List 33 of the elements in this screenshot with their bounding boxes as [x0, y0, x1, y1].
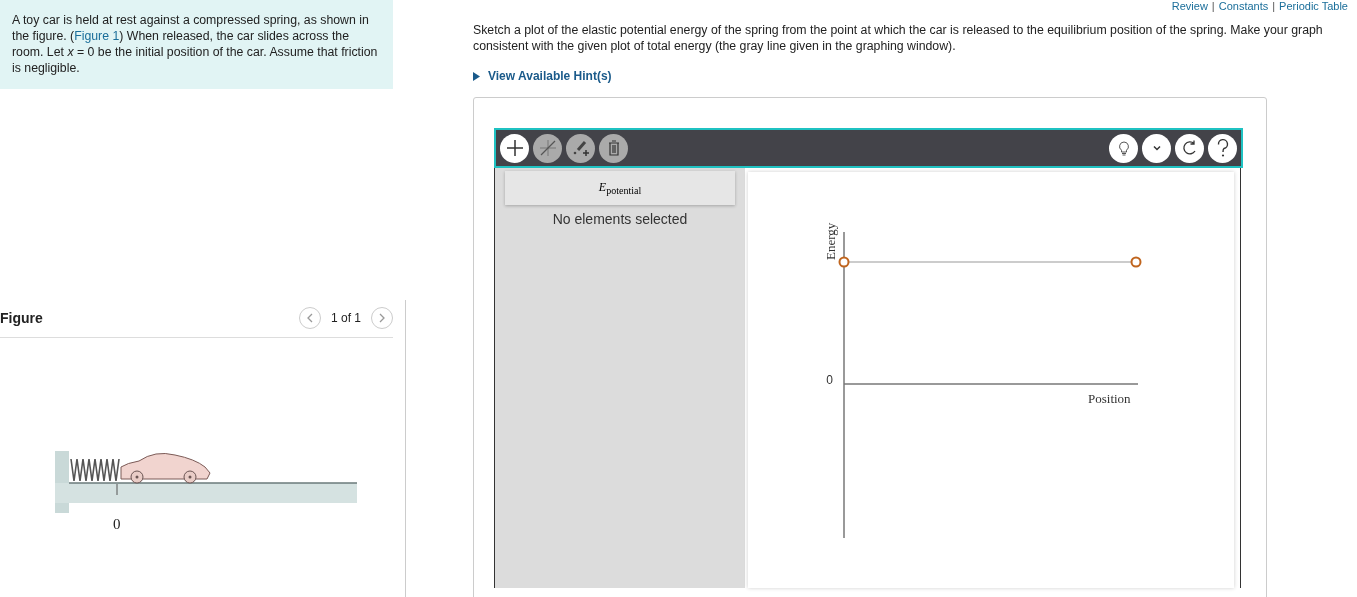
plus-icon — [505, 139, 524, 157]
line-endpoint-handle[interactable] — [1130, 256, 1142, 268]
element-button[interactable]: E$_{potential}$ — [505, 171, 735, 205]
y-axis-label: Energy — [823, 222, 838, 260]
label-tool-button[interactable] — [566, 133, 595, 163]
help-button[interactable] — [1208, 133, 1237, 163]
line-tool-button[interactable] — [533, 133, 562, 163]
reset-button[interactable] — [1175, 133, 1204, 163]
instructions-text: Sketch a plot of the elastic potential energy of the spring from the point at which the car is released to the equilibrium position of the spring. Make your graph consistent with the given plot of total energy (the gray line given in the graphing window). — [473, 22, 1324, 54]
zero-label: 0 — [826, 373, 833, 387]
selection-status: No elements selected — [552, 211, 688, 227]
hints-link[interactable]: View Available Hint(s) — [473, 69, 612, 83]
top-link[interactable]: Periodic Table — [1279, 0, 1348, 12]
figure-link[interactable]: Figure 1 — [74, 29, 120, 43]
delete-tool-button[interactable] — [599, 133, 628, 163]
line-endpoint-handle[interactable] — [838, 256, 850, 268]
figure-title: Figure — [0, 310, 43, 326]
pencil-plus-icon — [571, 139, 590, 157]
chevron-left-icon — [305, 313, 314, 323]
more-button[interactable] — [1142, 133, 1171, 163]
chevron-right-icon — [378, 313, 386, 323]
crossed-line-icon — [538, 139, 557, 157]
pager-text: 1 of 1 — [330, 311, 361, 325]
triangle-right-icon — [473, 71, 480, 81]
hint-button[interactable] — [1109, 133, 1138, 163]
origin-label: 0 — [113, 516, 122, 533]
top-link[interactable]: Constants — [1218, 0, 1269, 12]
link-separator: | — [1211, 0, 1215, 12]
link-separator: | — [1272, 0, 1276, 12]
top-link[interactable]: Review — [1171, 0, 1208, 12]
problem-text: A toy car is held at rest against a compressed spring, as shown in the figure. (Figure 1) When released, the car slides across the room. Let x = 0 be the initial position of the car. Assume that friction is negligible. — [12, 12, 379, 76]
x-axis-label: Position — [1088, 391, 1131, 406]
point-tool-button[interactable] — [500, 133, 529, 163]
